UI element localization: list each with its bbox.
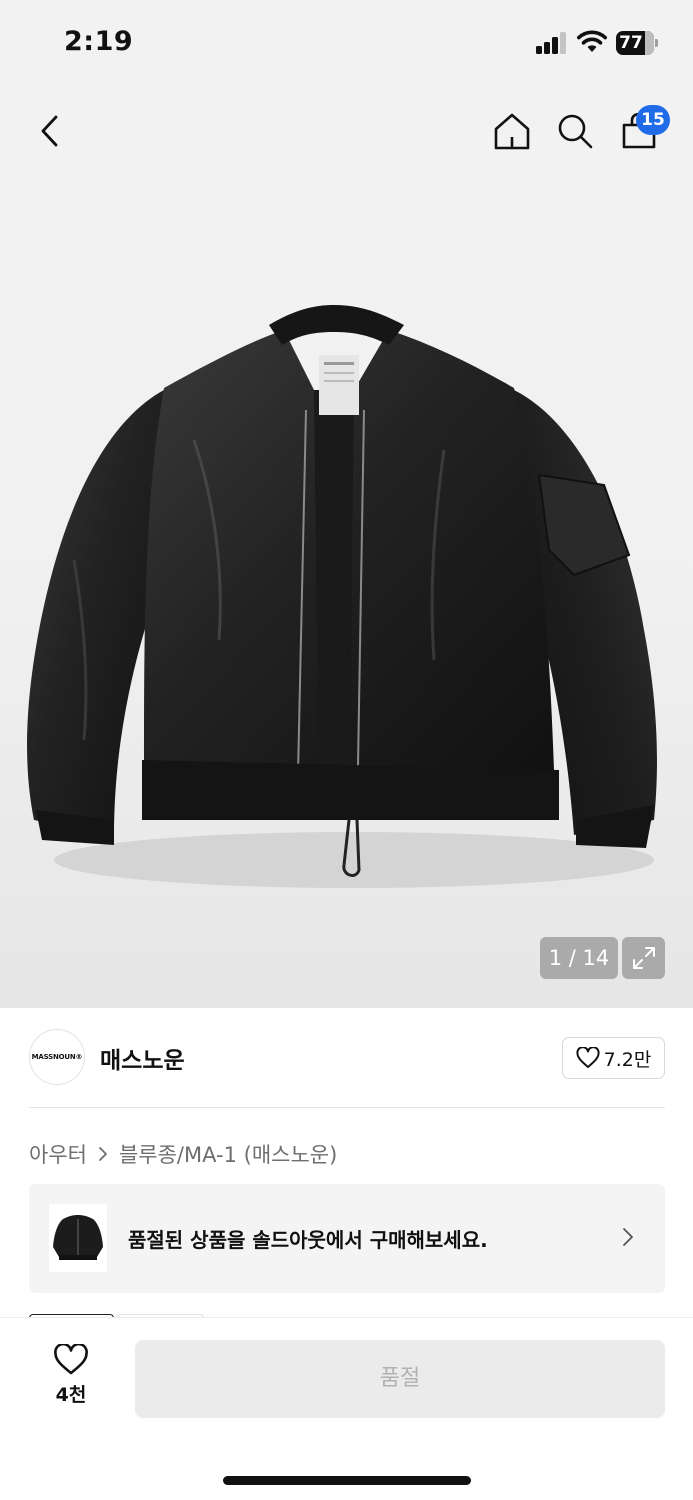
- home-icon: [494, 113, 530, 150]
- chevron-right-icon: [623, 1228, 633, 1246]
- image-counter: 1 / 14: [540, 937, 618, 979]
- status-time: 2:19: [64, 26, 134, 57]
- brand-logo-text: MASSNOUN®: [31, 1053, 83, 1061]
- back-button[interactable]: [24, 106, 74, 156]
- breadcrumb-subcategory[interactable]: 블루종/MA-1 (매스노운): [119, 1139, 337, 1169]
- status-bar: 2:19 77: [0, 0, 693, 90]
- wishlist-button[interactable]: 4천: [42, 1344, 100, 1416]
- heart-icon: [576, 1047, 600, 1068]
- expand-icon: [632, 947, 655, 969]
- brand-like-count: 7.2만: [603, 1048, 652, 1071]
- soldout-banner-text: 품절된 상품을 솔드아웃에서 구매해보세요.: [128, 1228, 488, 1252]
- home-button[interactable]: [487, 106, 537, 156]
- top-navigation: [0, 96, 693, 166]
- soldout-banner[interactable]: 품절된 상품을 솔드아웃에서 구매해보세요.: [29, 1184, 665, 1293]
- divider: [29, 1107, 665, 1108]
- home-indicator: [223, 1476, 471, 1485]
- cart-count-badge: 15: [636, 105, 670, 135]
- product-image[interactable]: [14, 300, 674, 900]
- back-chevron-icon: [41, 115, 58, 147]
- wishlist-count: 4천: [55, 1384, 87, 1406]
- breadcrumb: 아우터 블루종/MA-1 (매스노운): [29, 1139, 337, 1169]
- battery-icon: 77: [616, 31, 658, 55]
- expand-image-button[interactable]: [622, 937, 665, 979]
- brand-like-button[interactable]: 7.2만: [562, 1037, 665, 1079]
- breadcrumb-category[interactable]: 아우터: [29, 1139, 87, 1169]
- search-button[interactable]: [550, 106, 600, 156]
- chevron-right-icon: [97, 1145, 109, 1163]
- search-icon: [558, 114, 593, 149]
- bottom-action-bar: 4천 품절: [0, 1318, 693, 1500]
- cellular-signal-icon: [536, 32, 568, 54]
- soldout-button[interactable]: 품절: [135, 1340, 665, 1418]
- heart-icon: [54, 1344, 88, 1375]
- banner-thumbnail: [49, 1204, 107, 1272]
- battery-level: 77: [619, 33, 643, 53]
- product-image-gallery[interactable]: 2:19 77 15 1 / 14: [0, 0, 693, 1008]
- brand-logo[interactable]: MASSNOUN®: [29, 1029, 85, 1085]
- brand-name[interactable]: 매스노운: [100, 1041, 185, 1075]
- wifi-icon: [577, 30, 607, 52]
